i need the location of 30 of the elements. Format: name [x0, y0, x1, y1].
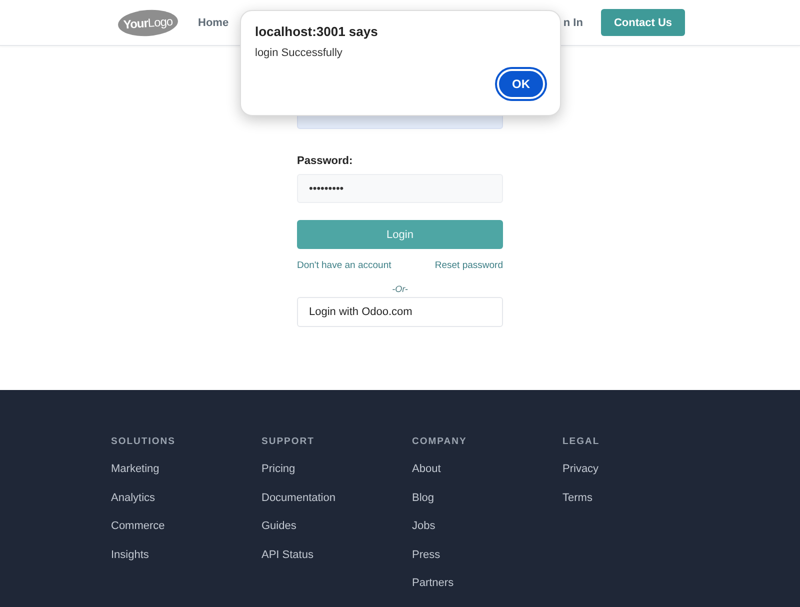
oauth-button[interactable]: Login with Odoo.com — [297, 297, 503, 327]
link[interactable]: Don't have an account — [297, 260, 392, 271]
divider-text: -Or- — [391, 284, 409, 294]
footer-link[interactable]: Documentation — [262, 492, 412, 505]
footer-link[interactable]: Jobs — [412, 520, 562, 534]
field-label: Password: — [297, 155, 354, 167]
footer-link[interactable]: About — [412, 463, 562, 476]
nav-link[interactable]: n In — [563, 16, 583, 28]
footer-link[interactable]: Guides — [262, 520, 412, 534]
ok-button[interactable]: OK — [497, 69, 545, 99]
footer-heading: SUPPORT — [262, 436, 316, 447]
password-field[interactable]: ••••••••• — [297, 174, 503, 203]
footer-link[interactable]: Pricing — [262, 463, 412, 476]
dialog-message: login Successfully — [255, 47, 344, 59]
footer-link[interactable]: Partners — [412, 577, 562, 590]
footer-link[interactable]: Privacy — [562, 463, 713, 476]
footer-link[interactable]: Analytics — [111, 492, 262, 505]
footer-link[interactable]: Marketing — [111, 463, 262, 476]
footer-link[interactable]: Commerce — [111, 520, 262, 534]
footer-link[interactable]: Insights — [111, 548, 262, 562]
dialog-title: localhost:3001 says — [255, 24, 379, 39]
nav-link[interactable]: Home — [198, 16, 229, 28]
footer-heading: LEGAL — [562, 436, 601, 447]
footer-link[interactable]: Blog — [412, 492, 562, 505]
footer-heading: COMPANY — [412, 436, 468, 447]
footer-link[interactable]: Terms — [562, 492, 713, 505]
footer-link[interactable]: API Status — [262, 548, 412, 562]
link[interactable]: Reset password — [434, 260, 503, 271]
footer-heading: SOLUTIONS — [111, 436, 176, 447]
footer-link[interactable]: Press — [412, 548, 562, 562]
